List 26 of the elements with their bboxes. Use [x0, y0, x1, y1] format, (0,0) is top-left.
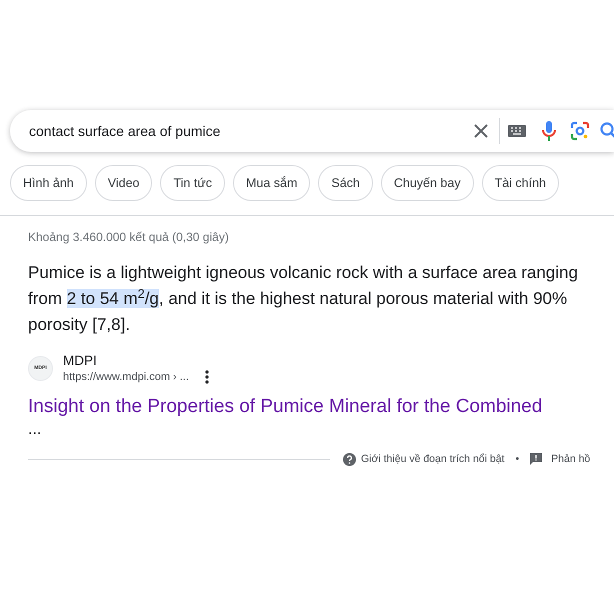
- microphone-icon[interactable]: [542, 121, 556, 141]
- site-url: https://www.mdpi.com › ...: [63, 370, 189, 385]
- camera-icon[interactable]: [570, 121, 590, 141]
- filter-chip[interactable]: Video: [94, 165, 152, 201]
- feedback-icon[interactable]: [530, 453, 542, 466]
- result-title-link[interactable]: Insight on the Properties of Pumice Mineral for the Combined: [28, 394, 598, 420]
- help-icon[interactable]: [343, 452, 356, 466]
- about-snippet-link[interactable]: Giới thiệu về đoạn trích nổi bật: [361, 452, 504, 468]
- search-field[interactable]: contact surface area of pumice: [29, 120, 473, 142]
- result-stats: Khoảng 3.460.000 kết quả (0,30 giây): [28, 229, 230, 246]
- filter-chip[interactable]: Chuyến bay: [380, 165, 474, 201]
- filter-chip[interactable]: Hình ảnh: [10, 165, 87, 201]
- close-icon[interactable]: [473, 123, 489, 139]
- filter-chip[interactable]: Sách: [318, 165, 373, 201]
- site-name: MDPI: [63, 352, 98, 369]
- title-ellipsis: ...: [28, 420, 42, 440]
- filter-chip[interactable]: Mua sắm: [232, 165, 310, 201]
- search-icon[interactable]: [600, 122, 614, 140]
- filter-chip[interactable]: Tài chính: [482, 165, 559, 201]
- featured-snippet-text: Pumice is a lightweight igneous volcanic rock with a surface area ranging from 2 to 54 m$^{2}$/g, and it is the highest natural porous material with 90% porosity [7,8].: [28, 262, 579, 336]
- separator-dot: •: [515, 452, 520, 466]
- feedback-link[interactable]: Phản hồ: [551, 452, 590, 468]
- filter-chip[interactable]: Tin tức: [160, 165, 225, 201]
- more-options-icon[interactable]: [204, 370, 209, 384]
- keyboard-icon[interactable]: [508, 125, 526, 137]
- search-bar[interactable]: contact surface area of pumice: [10, 110, 614, 152]
